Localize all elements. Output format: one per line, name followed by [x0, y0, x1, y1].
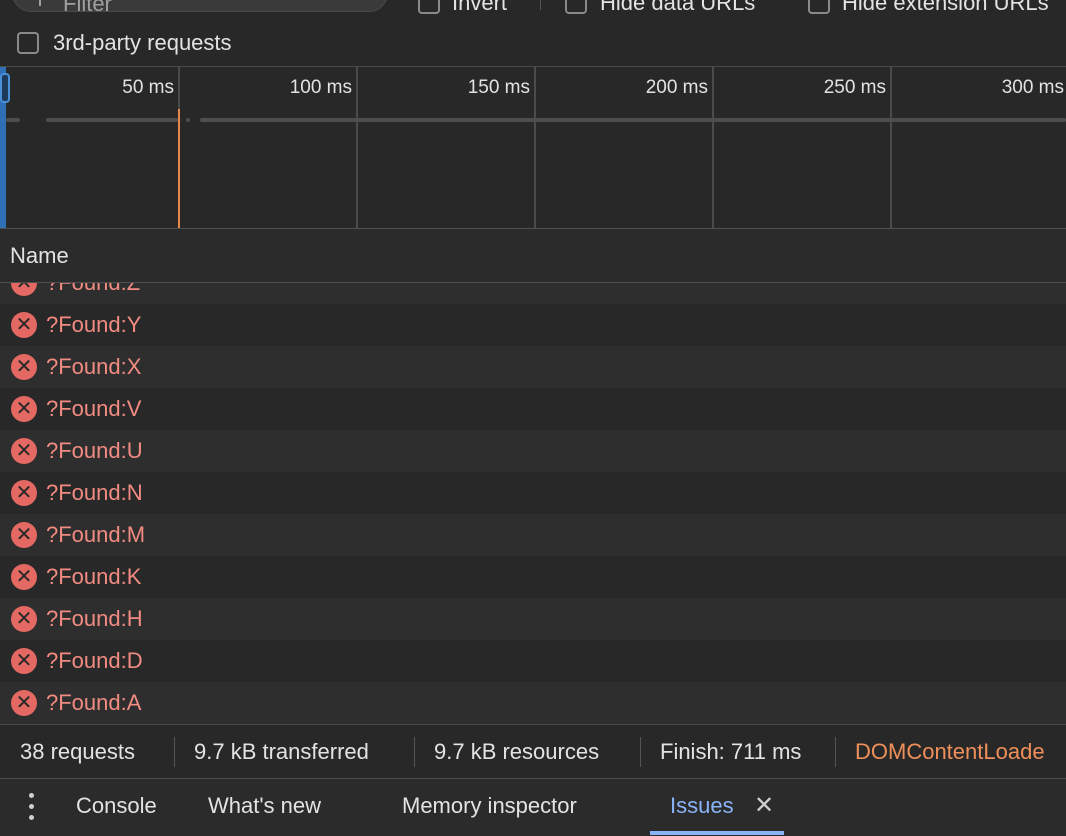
hide-extension-urls-label: Hide extension URLs	[842, 0, 1049, 15]
finish-time: Finish: 711 ms	[660, 739, 802, 764]
tick-label: 200 ms	[645, 77, 708, 98]
tick-label: 150 ms	[467, 77, 530, 98]
error-icon: ✕	[11, 564, 37, 590]
tab-issues[interactable]: Issues	[670, 793, 734, 819]
request-bar	[200, 118, 1066, 122]
request-name: ?Found:N	[46, 480, 143, 505]
request-name: ?Found:D	[46, 648, 143, 673]
name-header-label: Name	[10, 243, 69, 268]
invert-label: Invert	[452, 0, 508, 15]
invert-checkbox[interactable]	[418, 0, 440, 14]
third-party-checkbox[interactable]	[17, 32, 39, 54]
overview-left-handle[interactable]	[0, 73, 10, 103]
table-row[interactable]: ✕ ?Found:Y	[0, 304, 1066, 346]
filter-input[interactable]: Filter	[12, 0, 388, 16]
tab-memory-inspector[interactable]: Memory inspector	[402, 793, 577, 819]
error-icon: ✕	[11, 648, 37, 674]
table-row[interactable]: ✕ ?Found:N	[0, 472, 1066, 514]
drawer-tabbar: Console What's new Memory inspector Issu…	[0, 778, 1066, 836]
request-bar	[6, 118, 20, 122]
tab-whats-new[interactable]: What's new	[208, 793, 321, 819]
error-icon: ✕	[11, 354, 37, 380]
error-icon: ✕	[11, 283, 37, 296]
table-row[interactable]: ✕ ?Found:D	[0, 640, 1066, 682]
request-bar	[46, 118, 178, 122]
error-icon: ✕	[11, 312, 37, 338]
dom-content-loaded-time: DOMContentLoade	[855, 739, 1045, 764]
request-name: ?Found:A	[46, 690, 142, 715]
summary-divider	[414, 737, 415, 767]
error-icon: ✕	[11, 480, 37, 506]
hide-extension-urls-checkbox[interactable]	[808, 0, 830, 14]
tick-line	[356, 67, 358, 229]
request-name: ?Found:U	[46, 438, 143, 463]
summary-bar: 38 requests 9.7 kB transferred 9.7 kB re…	[0, 724, 1066, 778]
third-party-label: 3rd-party requests	[53, 30, 232, 55]
active-tab-indicator	[650, 831, 784, 835]
request-name: ?Found:M	[46, 522, 146, 547]
error-icon: ✕	[11, 690, 37, 716]
table-row[interactable]: ✕ ?Found:H	[0, 598, 1066, 640]
table-row[interactable]: ✕ ?Found:A	[0, 682, 1066, 724]
hide-data-urls-label: Hide data URLs	[600, 0, 756, 15]
requests-count: 38 requests	[20, 739, 135, 764]
more-tabs-icon[interactable]	[26, 793, 36, 821]
tick-line	[534, 67, 536, 229]
tick-label: 50 ms	[122, 77, 174, 98]
transferred-size: 9.7 kB transferred	[194, 739, 369, 764]
error-icon: ✕	[11, 438, 37, 464]
tick-label: 100 ms	[289, 77, 352, 98]
request-bar	[186, 118, 190, 122]
request-name: ?Found:Y	[46, 312, 142, 337]
table-row[interactable]: ✕ ?Found:Z	[0, 283, 1066, 304]
table-row[interactable]: ✕ ?Found:X	[0, 346, 1066, 388]
request-name: ?Found:H	[46, 606, 143, 631]
summary-divider	[835, 737, 836, 767]
error-icon: ✕	[11, 522, 37, 548]
table-row[interactable]: ✕ ?Found:K	[0, 556, 1066, 598]
close-tab-icon[interactable]: ✕	[754, 791, 774, 820]
table-row[interactable]: ✕ ?Found:M	[0, 514, 1066, 556]
tick-label: 250 ms	[823, 77, 886, 98]
dom-content-loaded-marker	[178, 109, 180, 229]
tick-label: 300 ms	[1001, 77, 1064, 98]
filter-icon	[39, 0, 41, 6]
filter-toolbar: Filter Invert Hide data URLs Hide extens…	[0, 0, 1066, 20]
error-icon: ✕	[11, 396, 37, 422]
summary-divider	[174, 737, 175, 767]
tick-line	[890, 67, 892, 229]
hide-data-urls-checkbox[interactable]	[565, 0, 587, 14]
request-name: ?Found:V	[46, 396, 142, 421]
request-name: ?Found:K	[46, 564, 142, 589]
error-icon: ✕	[11, 606, 37, 632]
timeline-overview[interactable]: 50 ms 100 ms 150 ms 200 ms 250 ms 300 ms	[0, 66, 1066, 229]
filter-placeholder: Filter	[63, 0, 112, 16]
name-column-header[interactable]: Name	[0, 228, 1066, 283]
table-row[interactable]: ✕ ?Found:V	[0, 388, 1066, 430]
request-name: ?Found:X	[46, 354, 142, 379]
third-party-row: 3rd-party requests	[0, 24, 1066, 64]
toolbar-divider	[540, 0, 541, 10]
tick-line	[712, 67, 714, 229]
resources-size: 9.7 kB resources	[434, 739, 600, 764]
summary-divider	[640, 737, 641, 767]
request-name: ?Found:Z	[46, 283, 140, 296]
request-list: ✕ ?Found:Z ✕ ?Found:Y ✕ ?Found:X ✕ ?Foun…	[0, 283, 1066, 724]
tab-console[interactable]: Console	[76, 793, 157, 819]
table-row[interactable]: ✕ ?Found:U	[0, 430, 1066, 472]
